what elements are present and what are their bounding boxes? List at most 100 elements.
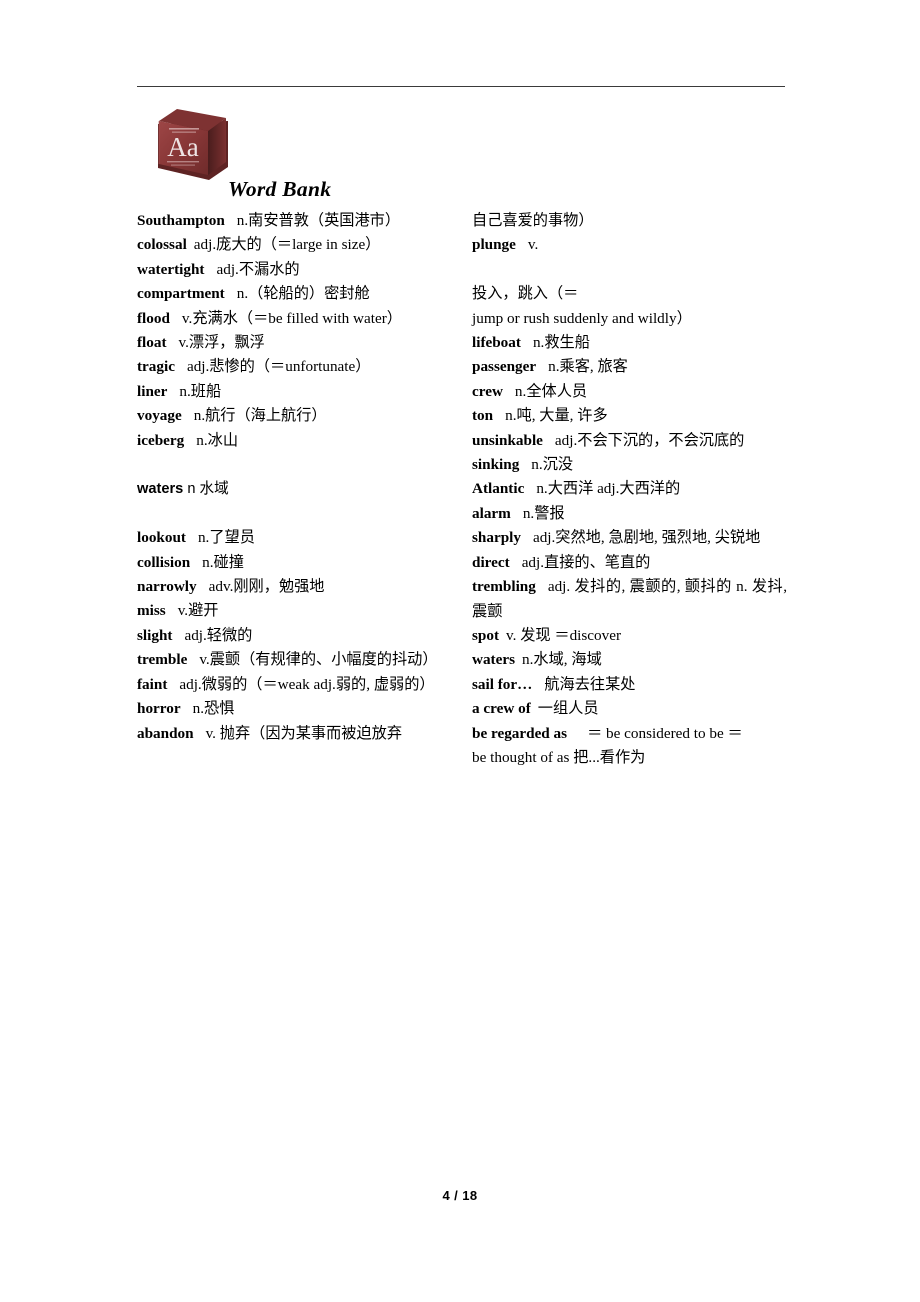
definition: adj.轻微的 xyxy=(184,626,253,644)
word-entry: horror n.恐惧 xyxy=(137,697,439,721)
definition: n.班船 xyxy=(179,382,222,400)
headword: compartment xyxy=(137,285,225,303)
definition: n.冰山 xyxy=(196,431,238,449)
page-title: Word Bank xyxy=(228,177,332,201)
word-entry-wrap: jump or rush suddenly and wildly） xyxy=(472,307,787,331)
continuation-line: 自己喜爱的事物） xyxy=(472,212,594,229)
definition: adj.突然地, 急剧地, 强烈地, 尖锐地 xyxy=(532,529,761,547)
word-entry: iceberg n.冰山 xyxy=(137,429,439,453)
word-entry: Atlantic n.大西洋 adj.大西洋的 xyxy=(472,477,787,501)
headword: Atlantic xyxy=(472,480,525,498)
headword: liner xyxy=(137,382,168,400)
headword: voyage xyxy=(137,407,182,425)
definition: v. 抛弃（因为某事而被迫放弃 xyxy=(205,724,403,742)
word-entry: lookout n.了望员 xyxy=(137,526,439,550)
word-entry: passenger n.乘客, 旅客 xyxy=(472,355,787,379)
definition: n.恐惧 xyxy=(192,700,235,718)
headword: colossal xyxy=(137,236,187,254)
word-entry: faint adj.微弱的（＝weak adj.弱的, 虚弱的） xyxy=(137,673,439,697)
definition: 投入，跳入（＝ xyxy=(472,285,579,303)
word-entry: narrowly adv.刚刚，勉强地 xyxy=(137,575,439,599)
headword: tragic xyxy=(137,358,175,376)
headword: unsinkable xyxy=(472,431,543,449)
word-entry: sail for… 航海去往某处 xyxy=(472,673,787,697)
headword: narrowly xyxy=(137,578,197,596)
definition: n.南安普敦（英国港市） xyxy=(236,212,401,229)
definition-wrap: be thought of as 把...看作为 xyxy=(472,748,646,766)
definition: v.避开 xyxy=(177,602,219,620)
word-entry: flood v.充满水（＝be filled with water） xyxy=(137,307,439,331)
definition: v. 发现 ＝discover xyxy=(506,626,622,644)
definition: n.了望员 xyxy=(197,529,255,547)
word-entry: Southampton n.南安普敦（英国港市） xyxy=(137,209,439,233)
word-entry: be regarded as ＝ be considered to be ＝ xyxy=(472,722,787,746)
headword: spot xyxy=(472,626,500,644)
word-entry: direct adj.直接的、笔直的 xyxy=(472,551,787,575)
headword: waters xyxy=(137,481,184,498)
continuation-text: 自己喜爱的事物） xyxy=(472,209,787,233)
word-entry: a crew of 一组人员 xyxy=(472,697,787,721)
word-entry: unsinkable adj.不会下沉的，不会沉底的 xyxy=(472,429,787,453)
headword: miss xyxy=(137,602,166,620)
word-entry: liner n.班船 xyxy=(137,380,439,404)
definition: n.大西洋 adj.大西洋的 xyxy=(536,480,681,498)
headword: crew xyxy=(472,382,503,400)
definition: n.全体人员 xyxy=(514,382,588,400)
right-column: 自己喜爱的事物） plunge v. 投入，跳入（＝ jump or rush s… xyxy=(472,209,787,770)
page-number-footer: 4 / 18 xyxy=(442,1188,478,1203)
headword: sharply xyxy=(472,529,521,547)
headword: plunge xyxy=(472,236,516,254)
headword: be regarded as xyxy=(472,724,568,742)
word-entry: spot v. 发现 ＝discover xyxy=(472,624,787,648)
definition: v.震颤（有规律的、小幅度的抖动） xyxy=(199,651,438,669)
word-entry: float v.漂浮，飘浮 xyxy=(137,331,439,355)
headword: horror xyxy=(137,700,181,718)
word-entry-wrap: be thought of as 把...看作为 xyxy=(472,746,787,770)
headword: sail for… xyxy=(472,675,533,693)
definition: v.漂浮，飘浮 xyxy=(178,334,265,352)
headword: faint xyxy=(137,675,168,693)
definition-wrap: jump or rush suddenly and wildly） xyxy=(472,309,692,327)
headword: flood xyxy=(137,309,170,327)
definition: 航海去往某处 xyxy=(544,675,636,693)
definition: n.吨, 大量, 许多 xyxy=(505,407,608,425)
headword: collision xyxy=(137,553,191,571)
headword: sinking xyxy=(472,456,520,474)
definition: n.（轮船的）密封舱 xyxy=(236,285,370,303)
headword: passenger xyxy=(472,358,537,376)
definition: adj.悲惨的（＝unfortunate） xyxy=(186,358,371,376)
word-entry: crew n.全体人员 xyxy=(472,380,787,404)
word-entry: lifeboat n.救生船 xyxy=(472,331,787,355)
definition: n.航行（海上航行） xyxy=(193,407,327,425)
document-page: Aa Word Bank Southampton n.南安普敦（英国港市） col… xyxy=(0,0,920,1302)
word-entry: ton n.吨, 大量, 许多 xyxy=(472,404,787,428)
word-entry: sharply adj.突然地, 急剧地, 强烈地, 尖锐地 xyxy=(472,526,787,550)
headword: waters xyxy=(472,651,516,669)
dictionary-book-icon: Aa xyxy=(146,104,234,186)
word-bank-header: Aa Word Bank xyxy=(137,104,787,204)
word-entry: colossal adj.庞大的（＝large in size） xyxy=(137,233,439,257)
headword: lookout xyxy=(137,529,186,547)
left-column: Southampton n.南安普敦（英国港市） colossal adj.庞大的（… xyxy=(137,209,439,746)
definition: adj.不漏水的 xyxy=(216,260,300,278)
headword: direct xyxy=(472,553,510,571)
definition: adj.直接的、笔直的 xyxy=(521,553,651,571)
headword: float xyxy=(137,334,167,352)
headword: trembling xyxy=(472,578,536,596)
word-entry: watertight adj.不漏水的 xyxy=(137,258,439,282)
headword: Southampton xyxy=(137,212,225,229)
headword: watertight xyxy=(137,260,205,278)
word-entry: miss v.避开 xyxy=(137,599,439,623)
word-entry: slight adj.轻微的 xyxy=(137,624,439,648)
definition: adj.庞大的（＝large in size） xyxy=(193,236,381,254)
word-entry: collision n.碰撞 xyxy=(137,551,439,575)
headword: a crew of xyxy=(472,700,531,718)
word-entry: alarm n.警报 xyxy=(472,502,787,526)
headword: lifeboat xyxy=(472,334,521,352)
headword: slight xyxy=(137,626,173,644)
definition: adj.不会下沉的，不会沉底的 xyxy=(554,431,745,449)
definition: adj.微弱的（＝weak adj.弱的, 虚弱的） xyxy=(179,675,435,693)
definition: n.沉没 xyxy=(531,456,574,474)
word-entry: tremble v.震颤（有规律的、小幅度的抖动） xyxy=(137,648,439,672)
word-entry: voyage n.航行（海上航行） xyxy=(137,404,439,428)
